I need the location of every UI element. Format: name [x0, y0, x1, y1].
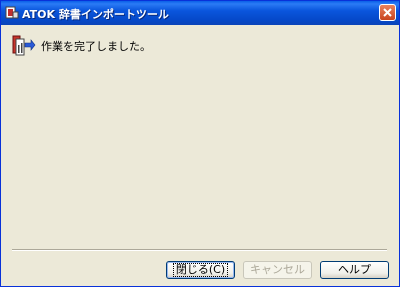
close-button-label: 閉じる(C): [172, 263, 229, 277]
close-window-button[interactable]: [379, 4, 396, 21]
cancel-button[interactable]: キャンセル: [243, 261, 312, 279]
separator: [12, 249, 387, 251]
dictionary-import-icon: [12, 35, 36, 56]
help-button[interactable]: ヘルプ: [320, 261, 389, 279]
title-bar[interactable]: ATOK 辞書インポートツール: [1, 1, 399, 25]
close-button[interactable]: 閉じる(C): [166, 261, 235, 279]
window-title: ATOK 辞書インポートツール: [22, 8, 169, 21]
completion-message: 作業を完了しました。: [41, 40, 151, 53]
close-icon: [383, 8, 392, 17]
help-button-label: ヘルプ: [338, 263, 371, 276]
app-icon: [5, 6, 19, 19]
dialog-window: ATOK 辞書インポートツール 作業を完了しました。 閉じる(C) キャンセル …: [0, 0, 400, 287]
cancel-button-label: キャンセル: [250, 263, 305, 276]
